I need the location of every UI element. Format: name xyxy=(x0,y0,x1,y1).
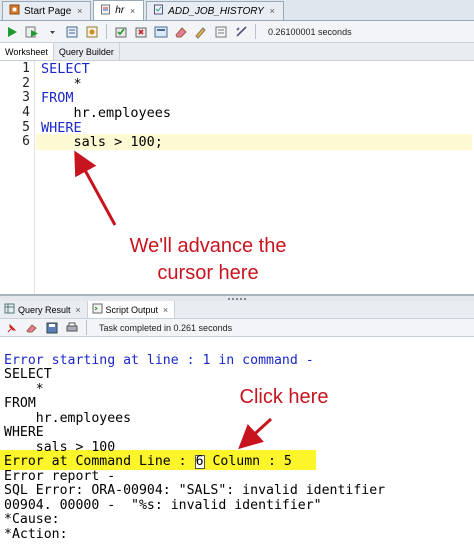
worksheet-toolbar: 0.26100001 seconds xyxy=(0,21,474,43)
worksheet-subtabs: Worksheet Query Builder xyxy=(0,43,474,61)
sql-worksheet-icon xyxy=(100,4,111,18)
task-status: Task completed in 0.261 seconds xyxy=(99,322,233,333)
error-location-line[interactable]: Error at Command Line : 6 Column : 5 xyxy=(4,454,292,470)
output-toolbar: Task completed in 0.261 seconds xyxy=(0,319,474,337)
rollback-icon[interactable] xyxy=(133,24,149,40)
script-icon xyxy=(92,303,103,316)
tab-query-result[interactable]: Query Result × xyxy=(0,301,88,318)
close-icon[interactable]: × xyxy=(74,305,83,315)
error-location-suffix: Column : 5 xyxy=(204,454,292,469)
tab-script-output[interactable]: Script Output × xyxy=(87,301,176,318)
code-line: hr.employees xyxy=(41,105,172,121)
tab-query-builder[interactable]: Query Builder xyxy=(54,43,120,60)
output-line: *Cause: xyxy=(4,512,60,527)
format-icon[interactable] xyxy=(193,24,209,40)
line-number-gutter: 1 2 3 4 5 6 xyxy=(0,61,35,294)
toolbar-separator xyxy=(106,24,107,39)
tab-add-job-history[interactable]: ADD_JOB_HISTORY × xyxy=(146,1,284,20)
output-line: *Action: xyxy=(4,527,68,542)
tab-worksheet[interactable]: Worksheet xyxy=(0,43,54,60)
line-number: 4 xyxy=(22,105,30,120)
tab-label: Query Result xyxy=(18,304,71,315)
grid-icon xyxy=(4,303,15,316)
annotation-arrow-down xyxy=(238,417,273,450)
explain-plan-icon[interactable] xyxy=(64,24,80,40)
output-line: WHERE xyxy=(4,425,44,440)
tab-label: Start Page xyxy=(24,5,72,17)
procedure-icon xyxy=(153,4,164,18)
toolbar-separator xyxy=(86,320,87,335)
document-tab-strip: Start Page × hr × ADD_JOB_HISTORY × xyxy=(0,0,474,21)
tab-label: Script Output xyxy=(105,304,159,315)
save-icon[interactable] xyxy=(44,320,60,336)
run-statement-icon[interactable] xyxy=(4,24,20,40)
print-icon[interactable] xyxy=(64,320,80,336)
pin-icon[interactable] xyxy=(4,320,20,336)
dropdown-arrow-icon[interactable] xyxy=(44,24,60,40)
autotrace-icon[interactable] xyxy=(84,24,100,40)
commit-icon[interactable] xyxy=(113,24,129,40)
run-script-icon[interactable] xyxy=(24,24,40,40)
tab-start-page[interactable]: Start Page × xyxy=(2,1,92,20)
output-line: SQL Error: ORA-00904: "SALS": invalid id… xyxy=(4,483,386,498)
code-line: SELECT xyxy=(41,61,90,77)
output-line: SELECT xyxy=(4,367,52,382)
sql-history-icon[interactable] xyxy=(213,24,229,40)
line-number: 2 xyxy=(22,76,30,91)
execution-time: 0.26100001 seconds xyxy=(268,26,352,37)
annotation-text: We'll advance the xyxy=(129,235,287,257)
output-tabs: Query Result × Script Output × xyxy=(0,301,474,319)
line-number: 5 xyxy=(22,120,30,135)
tab-label: ADD_JOB_HISTORY xyxy=(168,5,264,17)
eraser-icon[interactable] xyxy=(173,24,189,40)
toolbar-separator xyxy=(255,24,256,39)
line-number: 1 xyxy=(22,61,30,76)
error-location-prefix: Error at Command Line : xyxy=(4,454,195,469)
script-output-pane[interactable]: Error starting at line : 1 in command - … xyxy=(0,337,474,553)
eraser-icon[interactable] xyxy=(24,320,40,336)
tab-label: hr xyxy=(115,5,125,16)
line-number: 3 xyxy=(22,90,30,105)
line-number: 6 xyxy=(22,134,30,149)
output-line: FROM xyxy=(4,396,36,411)
close-icon[interactable]: × xyxy=(268,6,277,16)
tab-hr[interactable]: hr × xyxy=(93,0,145,20)
code-line: sals > 100; xyxy=(41,134,163,150)
close-icon[interactable]: × xyxy=(128,6,137,16)
close-icon[interactable]: × xyxy=(161,305,170,315)
start-page-icon xyxy=(9,4,20,18)
close-icon[interactable]: × xyxy=(75,6,84,16)
annotation-text: cursor here xyxy=(157,262,259,284)
error-line-number[interactable]: 6 xyxy=(194,455,205,469)
annotation-text: Click here xyxy=(239,386,329,408)
unshared-worksheet-icon[interactable] xyxy=(153,24,169,40)
sql-editor[interactable]: 1 2 3 4 5 6 SELECT * FROM hr.employees W… xyxy=(0,61,474,295)
tools-icon[interactable] xyxy=(233,24,249,40)
code-line: FROM xyxy=(41,90,74,106)
